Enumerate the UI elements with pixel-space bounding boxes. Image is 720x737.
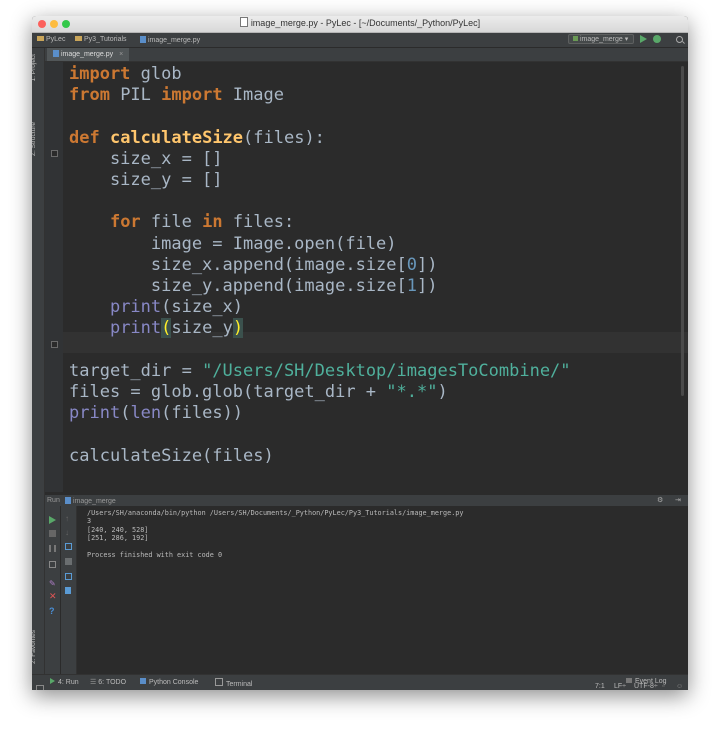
bottom-tool-bar: 4: Run ☰ 6: TODO Python Console Terminal … <box>32 674 688 690</box>
pin-icon[interactable]: ✎ <box>49 580 56 588</box>
lock-icon[interactable]: ▫ <box>662 683 664 690</box>
toggle-tool-windows-icon[interactable] <box>36 685 44 690</box>
tab-image-merge[interactable]: image_merge.py × <box>47 48 130 61</box>
python-file-icon <box>140 36 146 43</box>
title-bar: image_merge.py - PyLec - [~/Documents/_P… <box>32 16 688 33</box>
settings-gear-icon[interactable]: ⚙ <box>657 496 663 504</box>
pause-icon[interactable] <box>49 545 56 552</box>
trash-icon[interactable] <box>65 587 71 594</box>
python-icon <box>140 678 146 684</box>
cursor-position[interactable]: 7:1 <box>595 683 605 690</box>
document-icon <box>239 17 248 27</box>
soft-wrap-icon[interactable] <box>65 543 72 550</box>
line-separator[interactable]: LF÷ <box>614 683 626 690</box>
fold-marker-icon[interactable] <box>51 150 58 157</box>
event-log-icon <box>626 678 632 683</box>
todo-tool-tab[interactable]: ☰ 6: TODO <box>90 678 126 686</box>
editor-scrollbar[interactable] <box>681 66 684 396</box>
ide-window: image_merge.py - PyLec - [~/Documents/_P… <box>32 16 688 690</box>
run-icon <box>50 678 55 684</box>
navigation-bar: PyLec Py3_Tutorials image_merge.py image… <box>32 33 688 48</box>
todo-icon: ☰ <box>90 679 97 686</box>
run-icon[interactable] <box>640 35 647 43</box>
folder-icon <box>37 36 44 41</box>
help-icon[interactable]: ? <box>49 607 56 616</box>
hide-panel-icon[interactable]: ⇥ <box>675 496 681 504</box>
python-file-icon <box>65 497 71 504</box>
favorites-tool-tab[interactable]: 2: Favorites <box>32 630 46 664</box>
run-configuration-select[interactable]: image_merge ▾ <box>568 34 634 44</box>
terminal-icon <box>215 678 223 686</box>
stop-icon[interactable] <box>49 530 56 537</box>
run-tool-window: ✎ ✕ ? ↑ ↓ /Users/SH/anaconda/bin/python … <box>45 506 688 674</box>
breadcrumb-file[interactable]: image_merge.py <box>140 36 200 44</box>
dump-threads-icon[interactable] <box>49 561 56 568</box>
folder-icon <box>75 36 82 41</box>
file-encoding[interactable]: UTF-8÷ <box>634 683 658 690</box>
editor-tab-bar: image_merge.py × <box>45 48 688 62</box>
structure-tool-tab[interactable]: Z: Structure <box>32 122 46 156</box>
fold-marker-icon[interactable] <box>51 341 58 348</box>
close-tab-icon[interactable]: × <box>119 51 123 58</box>
python-icon <box>573 36 578 41</box>
rerun-icon[interactable] <box>49 516 56 524</box>
console-output[interactable]: /Users/SH/anaconda/bin/python /Users/SH/… <box>87 509 463 559</box>
run-tool-tab[interactable]: 4: Run <box>50 678 79 686</box>
debug-icon[interactable] <box>653 35 661 43</box>
print-icon[interactable] <box>65 573 72 580</box>
breadcrumb-folder[interactable]: Py3_Tutorials <box>75 36 127 43</box>
python-file-icon <box>53 50 59 57</box>
run-panel-header: Run image_merge ⚙ ⇥ <box>45 495 688 506</box>
run-toolbar: ✎ ✕ ? <box>45 506 60 674</box>
left-tool-strip: 1: Project Z: Structure 2: Favorites <box>32 48 45 674</box>
inspector-icon[interactable]: ☺ <box>676 683 683 690</box>
source-code[interactable]: import glob from PIL import Image def ca… <box>69 64 571 467</box>
editor-gutter <box>45 62 63 492</box>
console-toolbar: ↑ ↓ <box>61 506 77 674</box>
search-icon[interactable] <box>676 36 683 43</box>
close-icon[interactable]: ✕ <box>49 592 57 601</box>
project-tool-tab[interactable]: 1: Project <box>32 54 46 81</box>
arrow-up-icon[interactable]: ↑ <box>65 515 72 523</box>
terminal-tool-tab[interactable]: Terminal <box>215 678 252 688</box>
code-editor[interactable]: import glob from PIL import Image def ca… <box>45 62 688 492</box>
python-console-tool-tab[interactable]: Python Console <box>140 678 198 686</box>
window-title: image_merge.py - PyLec - [~/Documents/_P… <box>250 18 481 28</box>
scroll-to-end-icon[interactable] <box>65 558 72 565</box>
breadcrumb-project[interactable]: PyLec <box>37 36 65 43</box>
arrow-down-icon[interactable]: ↓ <box>65 529 72 537</box>
run-config-label: image_merge <box>65 497 116 505</box>
